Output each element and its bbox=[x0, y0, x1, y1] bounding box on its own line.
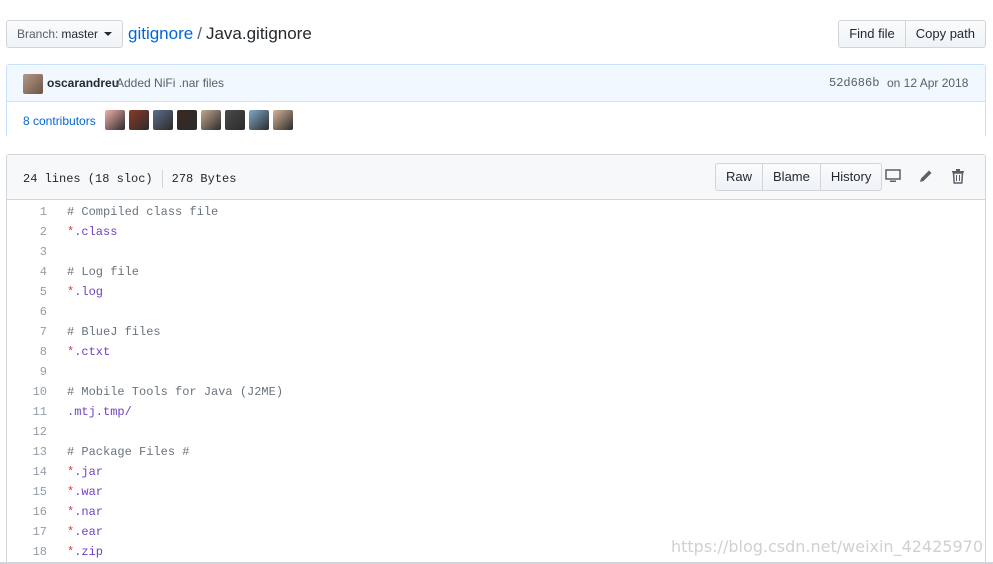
line-number[interactable]: 13 bbox=[7, 445, 47, 459]
line-content: # Mobile Tools for Java (J2ME) bbox=[67, 385, 284, 399]
line-number[interactable]: 18 bbox=[7, 545, 47, 559]
line-number[interactable]: 2 bbox=[7, 225, 47, 239]
file-info-divider bbox=[161, 170, 163, 188]
line-content: # Compiled class file bbox=[67, 205, 219, 219]
line-content: *.ear bbox=[67, 525, 104, 539]
raw-button[interactable]: Raw bbox=[715, 163, 764, 191]
avatar[interactable] bbox=[201, 110, 221, 130]
file-header: 24 lines (18 sloc) 278 Bytes Raw Blame H… bbox=[7, 155, 985, 200]
avatar[interactable] bbox=[225, 110, 245, 130]
avatar[interactable] bbox=[129, 110, 149, 130]
line-number[interactable]: 4 bbox=[7, 265, 47, 279]
code-line: 4 # Log file bbox=[7, 262, 985, 282]
commit-sha-link[interactable]: 52d686b bbox=[829, 76, 879, 90]
line-number[interactable]: 17 bbox=[7, 525, 47, 539]
file-navigation: Branch: master gitignore / Java.gitignore … bbox=[6, 20, 986, 48]
line-content: *.log bbox=[67, 285, 104, 299]
trash-icon[interactable] bbox=[949, 168, 967, 186]
contributors-row: 8 contributors bbox=[7, 102, 985, 138]
line-number[interactable]: 8 bbox=[7, 345, 47, 359]
contributors-link[interactable]: 8 contributors bbox=[23, 114, 96, 128]
line-number[interactable]: 14 bbox=[7, 465, 47, 479]
desktop-icon[interactable] bbox=[884, 168, 902, 186]
avatar[interactable] bbox=[23, 74, 43, 94]
line-number[interactable]: 11 bbox=[7, 405, 47, 419]
breadcrumb-separator: / bbox=[197, 24, 202, 43]
code-line: 5 *.log bbox=[7, 282, 985, 302]
line-number[interactable]: 6 bbox=[7, 305, 47, 319]
code-line: 6 bbox=[7, 302, 985, 322]
line-number[interactable]: 3 bbox=[7, 245, 47, 259]
line-content: *.war bbox=[67, 485, 104, 499]
commit-tease: oscarandreu Added NiFi .nar files 52d686… bbox=[6, 64, 986, 138]
line-content: *.jar bbox=[67, 465, 104, 479]
line-number[interactable]: 1 bbox=[7, 205, 47, 219]
avatar[interactable] bbox=[249, 110, 269, 130]
breadcrumb: gitignore / Java.gitignore bbox=[128, 23, 312, 45]
branch-value: master bbox=[61, 27, 99, 41]
code-table: 1 # Compiled class file 2 *.class 3 4 # Log fi… bbox=[7, 200, 985, 562]
copy-path-button[interactable]: Copy path bbox=[905, 20, 986, 48]
blame-button[interactable]: Blame bbox=[763, 163, 821, 191]
file-nav-button-group: Find file Copy path bbox=[838, 20, 986, 48]
file-lines-info: 24 lines (18 sloc) bbox=[23, 172, 153, 186]
line-content: # BlueJ files bbox=[67, 325, 161, 339]
line-content: # Package Files # bbox=[67, 445, 190, 459]
commit-message-link[interactable]: Added NiFi .nar files bbox=[116, 76, 224, 90]
line-content: # Log file bbox=[67, 265, 140, 279]
branch-select-button[interactable]: Branch: master bbox=[6, 20, 124, 48]
code-line: 16 *.nar bbox=[7, 502, 985, 522]
code-line: 7 # BlueJ files bbox=[7, 322, 985, 342]
code-line: 14 *.jar bbox=[7, 462, 985, 482]
code-line: 11 .mtj.tmp/ bbox=[7, 402, 985, 422]
breadcrumb-file-name: Java.gitignore bbox=[205, 24, 312, 43]
caret-down-icon bbox=[104, 32, 113, 36]
line-number[interactable]: 12 bbox=[7, 425, 47, 439]
avatar[interactable] bbox=[273, 110, 293, 130]
file-size: 278 Bytes bbox=[171, 172, 237, 186]
line-content: *.ctxt bbox=[67, 345, 111, 359]
code-line: 2 *.class bbox=[7, 222, 985, 242]
branch-label: Branch: bbox=[17, 27, 59, 41]
breadcrumb-repo-link[interactable]: gitignore bbox=[128, 24, 193, 43]
pencil-icon[interactable] bbox=[917, 168, 935, 186]
line-content: *.zip bbox=[67, 545, 104, 559]
line-number[interactable]: 5 bbox=[7, 285, 47, 299]
code-line: 1 # Compiled class file bbox=[7, 202, 985, 222]
file-info: 24 lines (18 sloc) 278 Bytes bbox=[23, 170, 236, 188]
line-number[interactable]: 7 bbox=[7, 325, 47, 339]
line-content: .mtj.tmp/ bbox=[67, 405, 132, 419]
code-line: 8 *.ctxt bbox=[7, 342, 985, 362]
code-line: 12 bbox=[7, 422, 985, 442]
avatar[interactable] bbox=[153, 110, 173, 130]
watermark: https://blog.csdn.net/weixin_42425970 bbox=[670, 537, 983, 556]
history-button[interactable]: History bbox=[820, 163, 883, 191]
commit-author-link[interactable]: oscarandreu bbox=[47, 76, 119, 90]
code-line: 9 bbox=[7, 362, 985, 382]
latest-commit-row: oscarandreu Added NiFi .nar files 52d686… bbox=[7, 65, 985, 102]
line-number[interactable]: 15 bbox=[7, 485, 47, 499]
file-view: 24 lines (18 sloc) 278 Bytes Raw Blame H… bbox=[6, 154, 986, 564]
avatar[interactable] bbox=[105, 110, 125, 130]
line-number[interactable]: 16 bbox=[7, 505, 47, 519]
line-content: *.class bbox=[67, 225, 118, 239]
line-number[interactable]: 10 bbox=[7, 385, 47, 399]
line-number[interactable]: 9 bbox=[7, 365, 47, 379]
contributor-avatars bbox=[105, 110, 293, 130]
code-line: 10 # Mobile Tools for Java (J2ME) bbox=[7, 382, 985, 402]
line-content: *.nar bbox=[67, 505, 104, 519]
find-file-button[interactable]: Find file bbox=[838, 20, 906, 48]
avatar[interactable] bbox=[177, 110, 197, 130]
code-line: 13 # Package Files # bbox=[7, 442, 985, 462]
code-line: 3 bbox=[7, 242, 985, 262]
file-actions-group: Raw Blame History bbox=[715, 163, 883, 191]
code-line: 15 *.war bbox=[7, 482, 985, 502]
commit-date: on 12 Apr 2018 bbox=[887, 76, 969, 90]
